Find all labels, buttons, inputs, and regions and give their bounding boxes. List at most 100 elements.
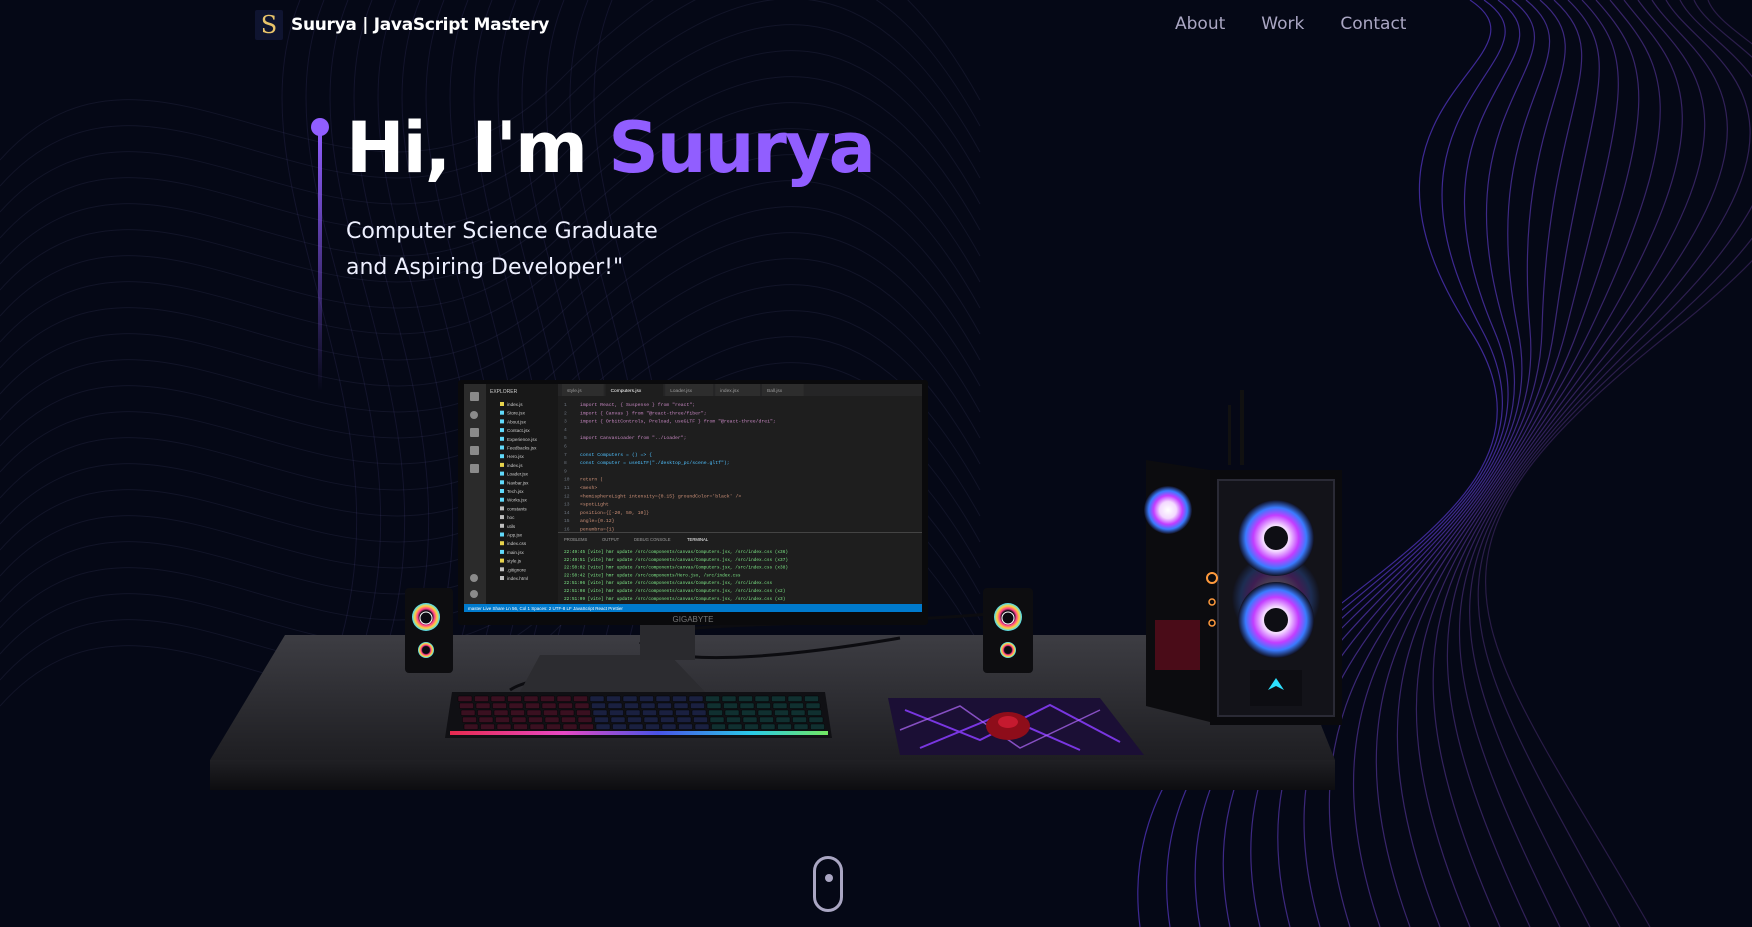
keyboard-key: [757, 709, 773, 716]
keyboard-key: [756, 702, 771, 709]
file-tree-item: index.html: [507, 576, 528, 581]
hero-name: Suurya: [608, 107, 875, 189]
keyboard-key: [577, 716, 593, 723]
keyboard-key: [459, 702, 474, 709]
code-line: angle={0.12}: [580, 518, 615, 524]
keyboard-key: [643, 716, 659, 723]
svg-text:16: 16: [564, 527, 570, 533]
keyboard-key: [807, 709, 822, 716]
hero-subtitle: Computer Science Graduate and Aspiring D…: [346, 214, 766, 286]
keyboard-key: [805, 702, 821, 709]
keyboard-key: [579, 723, 594, 730]
keyboard-key: [595, 723, 611, 730]
keyboard-key: [480, 723, 495, 730]
file-tree-item: Works.jsx: [507, 498, 528, 503]
keyboard-key: [540, 695, 555, 702]
pc-tower: [1144, 390, 1342, 725]
hero-subtitle-line-2: and Aspiring Developer!": [346, 255, 624, 280]
editor-tab-label: Computers.jsx: [611, 388, 642, 394]
keyboard-key: [511, 716, 527, 723]
svg-text:11: 11: [564, 485, 570, 491]
keyboard-key: [787, 695, 803, 702]
terminal-line: 22:51:09 [vite] hmr update /src/componen…: [564, 597, 785, 602]
keyboard-key: [544, 716, 560, 723]
keyboard-key: [808, 716, 824, 723]
keyboard-key: [576, 709, 591, 716]
keyboard-key: [724, 709, 740, 716]
nav-link-work[interactable]: Work: [1261, 14, 1304, 34]
code-line: penumbra={1}: [580, 527, 615, 533]
svg-text:7: 7: [564, 452, 567, 458]
keyboard-key: [492, 702, 507, 709]
keyboard-key: [541, 702, 557, 709]
editor-tab-label: index.jsx: [720, 388, 739, 394]
keyboard-key: [591, 702, 606, 709]
computer-desk-3d-model[interactable]: GIGABYTE EXPLORER style.js Computers.jsx L…: [200, 370, 1600, 910]
svg-text:3: 3: [564, 419, 567, 425]
terminal-line: 22:50:42 [vite] hmr update /src/componen…: [564, 573, 741, 578]
keyboard: [445, 692, 832, 738]
code-line: <hemisphereLight intensity={0.15} ground…: [580, 493, 741, 499]
file-tree-item: About.jsx: [507, 419, 527, 424]
keyboard-key: [792, 716, 807, 723]
keyboard-key: [723, 702, 738, 709]
keyboard-key: [676, 716, 692, 723]
desk-front: [210, 760, 1335, 790]
keyboard-key: [639, 695, 654, 702]
svg-text:12: 12: [564, 493, 570, 499]
code-line: import { Canvas } from "@react-three/fib…: [580, 410, 707, 416]
editor-tab-label: Loader.jsx: [670, 388, 692, 394]
svg-text:14: 14: [564, 510, 570, 516]
terminal-line: 22:51:08 [vite] hmr update /src/componen…: [564, 589, 785, 594]
keyboard-key: [622, 695, 638, 702]
panel-tab: TERMINAL: [687, 537, 709, 542]
file-tree-item: style.js: [507, 559, 522, 564]
keyboard-key: [688, 695, 704, 702]
keyboard-key: [742, 716, 758, 723]
nav-link-contact[interactable]: Contact: [1340, 14, 1406, 34]
brand-text: Suurya | JavaScript Mastery: [291, 15, 550, 35]
keyboard-key: [528, 716, 543, 723]
file-tree-item: Experience.jsx: [507, 437, 538, 442]
file-tree-item: Navbar.jsx: [507, 480, 529, 485]
scroll-down-indicator[interactable]: [813, 856, 843, 912]
editor-tab-label: style.js: [567, 388, 582, 394]
keyboard-key: [508, 702, 524, 709]
keyboard-key: [543, 709, 558, 716]
keyboard-key: [496, 723, 512, 730]
keyboard-key: [660, 716, 675, 723]
keyboard-key: [790, 709, 806, 716]
keyboard-key: [573, 695, 588, 702]
keyboard-key: [705, 695, 720, 702]
code-line: return (: [580, 477, 603, 483]
keyboard-key: [727, 723, 743, 730]
code-line: <spotLight: [580, 502, 609, 508]
keyboard-key: [754, 695, 770, 702]
file-tree-item: utils: [507, 524, 516, 529]
keyboard-key: [771, 695, 786, 702]
nav-link-about[interactable]: About: [1175, 14, 1225, 34]
file-tree-item: index.js: [507, 463, 523, 468]
keyboard-key: [690, 702, 705, 709]
brand-link[interactable]: S Suurya | JavaScript Mastery: [255, 10, 549, 40]
svg-text:5: 5: [564, 435, 567, 441]
panel-tab: OUTPUT: [602, 537, 620, 542]
file-tree-item: Loader.jsx: [507, 472, 529, 477]
keyboard-key: [678, 723, 693, 730]
code-line: const Computers = () => {: [580, 452, 652, 458]
keyboard-key: [672, 695, 687, 702]
keyboard-key: [694, 723, 710, 730]
panel-tab: PROBLEMS: [564, 537, 587, 542]
speaker-left: [405, 588, 453, 673]
keyboard-key: [711, 723, 726, 730]
keyboard-key: [529, 723, 545, 730]
keyboard-key: [657, 702, 672, 709]
monitor-brand: GIGABYTE: [673, 615, 714, 624]
file-tree-item: Tech.jsx: [507, 489, 524, 494]
file-tree-item: .gitignore: [507, 567, 526, 572]
keyboard-key: [495, 716, 510, 723]
keyboard-key: [759, 716, 774, 723]
file-tree-item: constants: [507, 506, 527, 511]
speaker-right: [983, 588, 1033, 673]
code-line: import { OrbitControls, Preload, useGLTF…: [580, 419, 776, 425]
